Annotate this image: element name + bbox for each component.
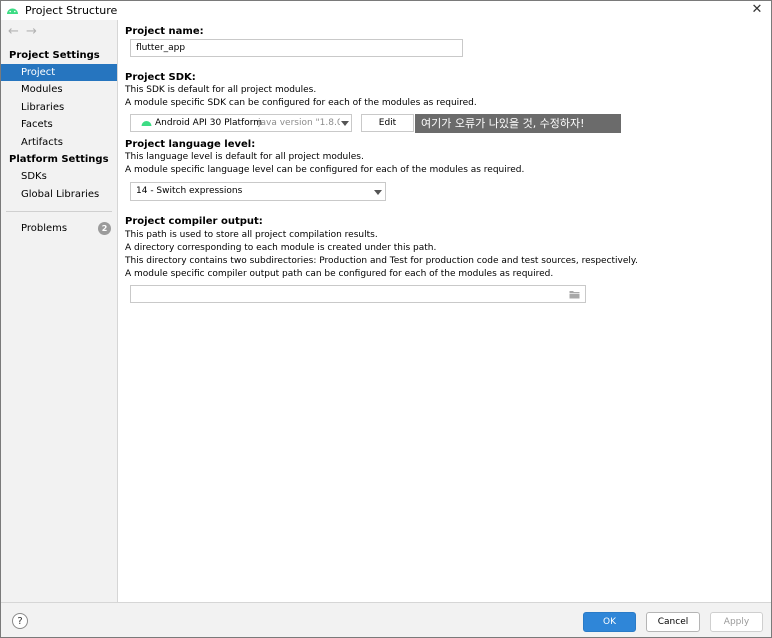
sidebar-item-libraries[interactable]: Libraries	[1, 99, 117, 116]
sidebar-item-label: Global Libraries	[21, 189, 100, 200]
help-icon[interactable]: ?	[12, 613, 28, 629]
dialog-footer: ? OK Cancel Apply	[1, 602, 771, 637]
problems-count-badge: 2	[98, 222, 111, 235]
language-level-description: A module specific language level can be …	[125, 165, 525, 175]
close-icon[interactable]: ✕	[750, 2, 764, 18]
folder-icon[interactable]	[569, 290, 580, 299]
compiler-output-path-input[interactable]	[130, 285, 586, 303]
sidebar-divider	[6, 211, 112, 212]
android-icon	[141, 121, 152, 126]
sidebar-item-label: SDKs	[21, 171, 47, 182]
compiler-output-description: This directory contains two subdirectori…	[125, 256, 638, 266]
compiler-output-label: Project compiler output:	[125, 216, 263, 227]
forward-arrow-icon[interactable]: →	[26, 24, 37, 39]
cancel-button[interactable]: Cancel	[646, 612, 700, 632]
language-level-description: This language level is default for all p…	[125, 152, 364, 162]
project-sdk-description: This SDK is default for all project modu…	[125, 85, 317, 95]
project-settings-heading: Project Settings	[9, 50, 100, 61]
compiler-output-description: This path is used to store all project c…	[125, 230, 378, 240]
sidebar: ← → Project Settings Project Modules Lib…	[1, 20, 118, 602]
project-sdk-label: Project SDK:	[125, 72, 196, 83]
sidebar-item-label: Libraries	[21, 102, 65, 113]
sdk-selected-value: Android API 30 Platform	[155, 118, 263, 128]
project-name-label: Project name:	[125, 26, 204, 37]
title-bar: Project Structure ✕	[1, 1, 771, 20]
project-sdk-dropdown[interactable]: Android API 30 Platform java version "1.…	[130, 114, 352, 132]
project-structure-dialog: Project Structure ✕ ← → Project Settings…	[0, 0, 772, 638]
sdk-version-hint: java version "1.8.0_	[258, 118, 340, 128]
window-title: Project Structure	[25, 4, 118, 17]
sidebar-item-label: Project	[21, 67, 56, 78]
project-name-input[interactable]: flutter_app	[130, 39, 463, 57]
sidebar-item-label: Facets	[21, 119, 53, 130]
annotation-overlay: 여기가 오류가 나있을 것, 수정하자!	[415, 114, 621, 133]
language-level-selected-value: 14 - Switch expressions	[136, 186, 243, 196]
back-arrow-icon[interactable]: ←	[8, 24, 19, 39]
sidebar-item-global-libraries[interactable]: Global Libraries	[1, 186, 117, 203]
ok-button[interactable]: OK	[583, 612, 636, 632]
sidebar-item-artifacts[interactable]: Artifacts	[1, 134, 117, 151]
compiler-output-description: A module specific compiler output path c…	[125, 269, 554, 279]
sidebar-item-project[interactable]: Project	[1, 64, 117, 81]
project-sdk-description: A module specific SDK can be configured …	[125, 98, 477, 108]
apply-button[interactable]: Apply	[710, 612, 763, 632]
android-icon	[7, 8, 18, 14]
language-level-dropdown[interactable]: 14 - Switch expressions	[130, 182, 386, 201]
sidebar-item-label: Problems	[21, 223, 68, 234]
platform-settings-heading: Platform Settings	[9, 154, 109, 165]
language-level-label: Project language level:	[125, 139, 256, 150]
chevron-down-icon	[341, 121, 349, 126]
sidebar-item-label: Modules	[21, 84, 63, 95]
compiler-output-description: A directory corresponding to each module…	[125, 243, 437, 253]
edit-sdk-button[interactable]: Edit	[361, 114, 414, 132]
sidebar-item-sdks[interactable]: SDKs	[1, 168, 117, 185]
sidebar-item-label: Artifacts	[21, 137, 63, 148]
chevron-down-icon	[374, 190, 382, 195]
sidebar-item-facets[interactable]: Facets	[1, 116, 117, 133]
sidebar-item-modules[interactable]: Modules	[1, 81, 117, 98]
